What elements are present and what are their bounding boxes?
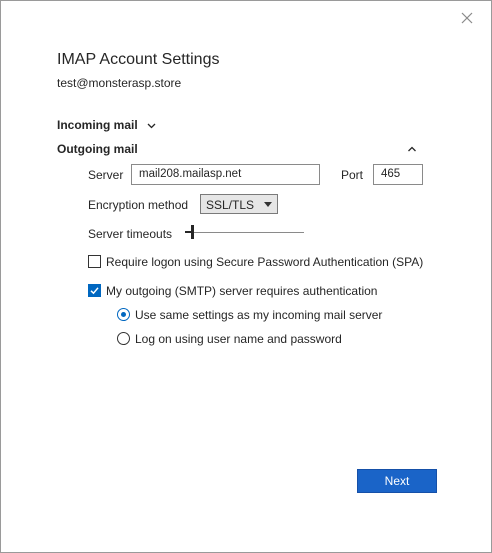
encryption-method-label: Encryption method xyxy=(88,198,189,212)
incoming-mail-label: Incoming mail xyxy=(57,118,138,132)
dialog-title: IMAP Account Settings xyxy=(57,51,220,68)
checkmark-icon xyxy=(90,287,99,295)
port-label: Port xyxy=(341,168,364,182)
radio-use-same-settings-label[interactable]: Use same settings as my incoming mail se… xyxy=(135,308,382,322)
spa-checkbox[interactable] xyxy=(88,255,101,268)
radio-log-on-using-label[interactable]: Log on using user name and password xyxy=(135,332,342,346)
smtp-auth-checkbox[interactable] xyxy=(88,284,101,297)
server-timeouts-slider-track[interactable] xyxy=(186,232,304,233)
smtp-auth-label[interactable]: My outgoing (SMTP) server requires authe… xyxy=(106,284,377,298)
outgoing-mail-label: Outgoing mail xyxy=(57,142,138,156)
dropdown-arrow-icon xyxy=(264,202,272,207)
encryption-method-dropdown[interactable]: SSL/TLS xyxy=(200,194,278,214)
radio-log-on-using[interactable] xyxy=(117,332,130,345)
account-email: test@monsterasp.store xyxy=(57,76,182,90)
server-timeouts-slider-thumb[interactable] xyxy=(191,225,194,239)
server-label: Server xyxy=(88,168,124,182)
spa-label[interactable]: Require logon using Secure Password Auth… xyxy=(106,255,423,269)
port-input[interactable]: 465 xyxy=(373,164,423,185)
server-timeouts-label: Server timeouts xyxy=(88,227,173,241)
outgoing-mail-section-header: Outgoing mail xyxy=(57,142,138,156)
imap-settings-dialog: IMAP Account Settings test@monsterasp.st… xyxy=(0,0,492,553)
chevron-up-icon[interactable] xyxy=(407,144,417,154)
next-button[interactable]: Next xyxy=(357,469,437,493)
encryption-method-value: SSL/TLS xyxy=(206,198,255,212)
chevron-down-icon xyxy=(147,123,156,129)
server-input[interactable]: mail208.mailasp.net xyxy=(131,164,320,185)
incoming-mail-section-toggle[interactable]: Incoming mail xyxy=(57,118,156,132)
close-icon[interactable] xyxy=(459,10,475,26)
radio-use-same-settings[interactable] xyxy=(117,308,130,321)
